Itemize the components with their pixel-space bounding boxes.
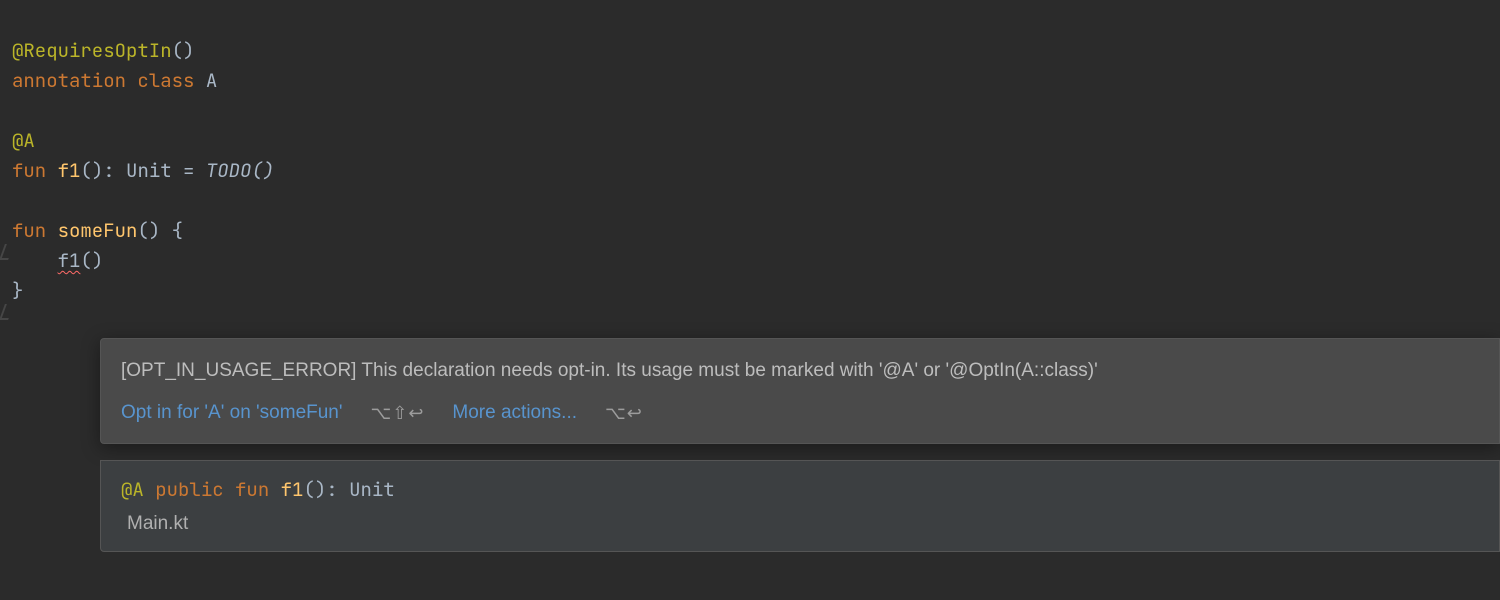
doc-signature: @A public fun f1(): Unit [121,475,1479,505]
more-actions-link[interactable]: More actions... [452,399,577,427]
code-editor[interactable]: @RequiresOptIn() annotation class A @A f… [0,0,1500,306]
code-line-3 [12,98,23,123]
tooltip-actions: Opt in for 'A' on 'someFun' ⌥⇧↩ More act… [121,399,1479,427]
annotation: @RequiresOptIn [12,38,172,63]
annotation: @A [12,128,35,153]
code-line-4: @A [12,128,35,153]
tooltip-message: [OPT_IN_USAGE_ERROR] This declaration ne… [121,357,1479,385]
shortcut-hint: ⌥⇧↩ [371,399,425,427]
quickfix-opt-in[interactable]: Opt in for 'A' on 'someFun' [121,399,343,427]
code-line-9: } [12,278,23,303]
shortcut-hint: ⌥↩ [605,399,643,427]
code-line-1: @RequiresOptIn() [12,38,194,63]
error-call[interactable]: f1 [58,248,81,273]
documentation-popup: @A public fun f1(): Unit Main.kt [100,460,1500,552]
code-line-6 [12,188,23,213]
doc-source-file[interactable]: Main.kt [127,509,1479,539]
code-line-5: fun f1(): Unit = TODO() [12,158,274,183]
inspection-tooltip: [OPT_IN_USAGE_ERROR] This declaration ne… [100,338,1500,444]
code-line-7: fun someFun() { [12,218,183,243]
code-line-8: f1() [12,248,103,273]
code-line-2: annotation class A [12,68,217,93]
